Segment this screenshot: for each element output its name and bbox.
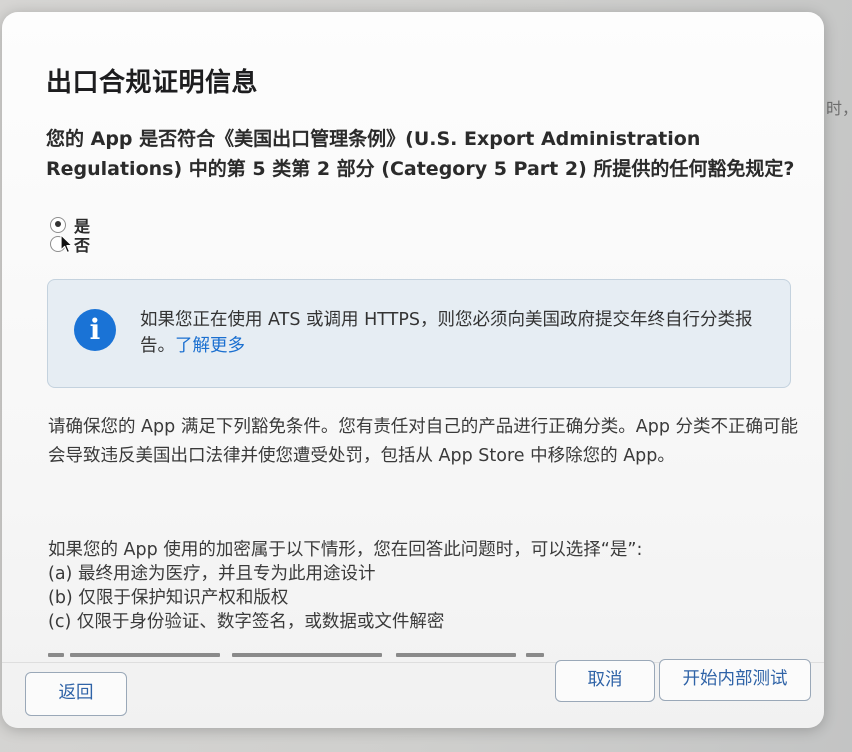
compliance-question: 您的 App 是否符合《美国出口管理条例》(U.S. Export Admini… bbox=[46, 128, 795, 180]
learn-more-link[interactable]: 了解更多 bbox=[175, 336, 245, 356]
radio-button-yes[interactable] bbox=[50, 216, 66, 233]
background-text: 时， bbox=[826, 99, 852, 118]
radio-label-no: 否 bbox=[74, 235, 91, 255]
exemption-criteria: 如果您的 App 使用的加密属于以下情形，您在回答此问题时，可以选择“是”: (… bbox=[48, 538, 808, 634]
back-button[interactable]: 返回 bbox=[25, 672, 127, 716]
criteria-item-a: (a) 最终用途为医疗，并且专为此用途设计 bbox=[48, 564, 376, 584]
criteria-intro: 如果您的 App 使用的加密属于以下情形，您在回答此问题时，可以选择“是”: bbox=[48, 540, 643, 560]
dialog-title: 出口合规证明信息 bbox=[46, 68, 259, 98]
criteria-item-b: (b) 仅限于保护知识产权和版权 bbox=[48, 588, 289, 608]
cancel-button[interactable]: 取消 bbox=[555, 660, 655, 702]
info-notice: i 如果您正在使用 ATS 或调用 HTTPS，则您必须向美国政府提交年终自行分… bbox=[47, 279, 791, 388]
export-compliance-dialog: 出口合规证明信息 您的 App 是否符合《美国出口管理条例》(U.S. Expo… bbox=[2, 12, 824, 728]
classification-paragraph: 请确保您的 App 满足下列豁免条件。您有责任对自己的产品进行正确分类。App … bbox=[48, 417, 799, 466]
start-internal-testing-button[interactable]: 开始内部测试 bbox=[659, 659, 811, 701]
mouse-pointer-icon bbox=[60, 234, 73, 254]
criteria-item-c: (c) 仅限于身份验证、数字签名，或数据或文件解密 bbox=[48, 612, 445, 632]
clipped-text-line bbox=[48, 653, 568, 661]
info-text: 如果您正在使用 ATS 或调用 HTTPS，则您必须向美国政府提交年终自行分类报… bbox=[140, 307, 760, 359]
info-icon: i bbox=[74, 309, 116, 351]
